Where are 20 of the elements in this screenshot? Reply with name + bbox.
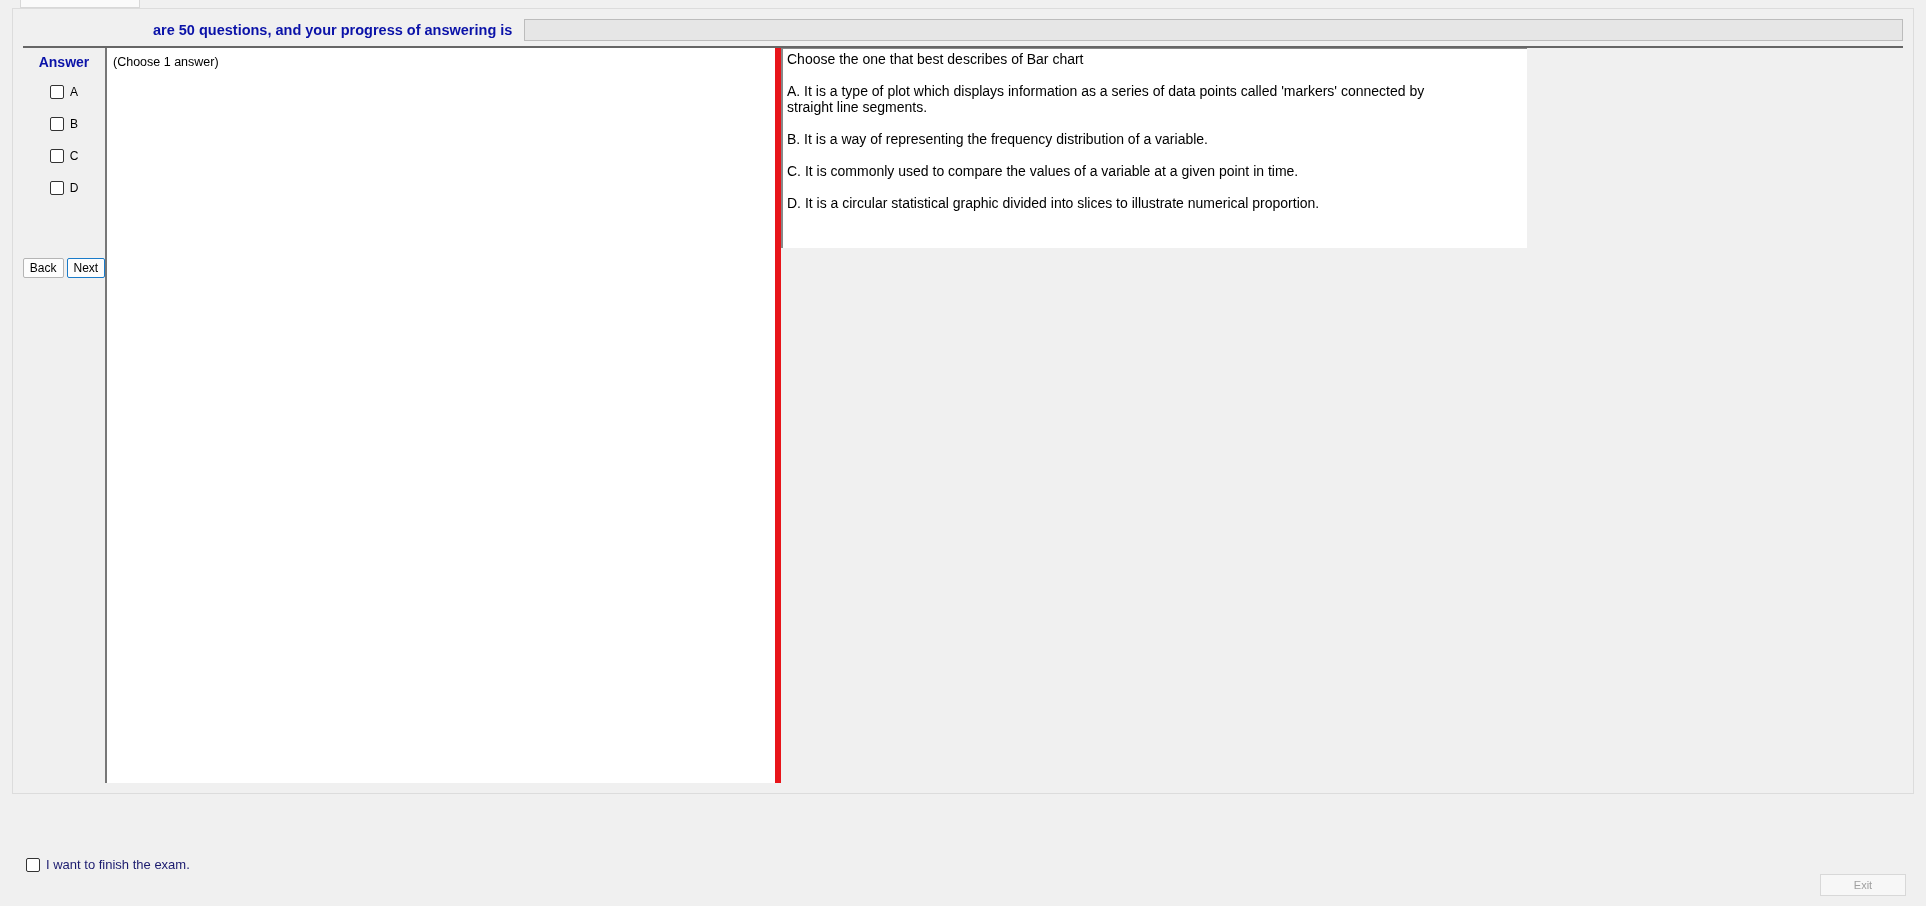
nav-button[interactable]: Next [66,258,106,278]
option-label: B [70,117,78,131]
checkbox[interactable] [49,181,64,195]
question-text: Choose the one that best describes of Bar chart [787,51,1085,67]
checkbox[interactable] [49,149,64,163]
checkbox[interactable] [26,857,40,872]
option-label: C [69,149,79,163]
nav-button[interactable]: Back [22,258,64,278]
choice-text: A. It is a type of plot which displays information as a series of data points called 'markers' connected by straight line segments. [787,83,1426,115]
choice-text: B. It is a way of representing the frequency distribution of a variable. [787,131,1209,147]
choice-text: D. It is a circular statistical graphic divided into slices to illustrate numerical proportion. [787,195,1321,211]
instruction-text: (Choose 1 answer) [113,55,219,69]
choice-text: C. It is commonly used to compare the values of a variable at a given point in time. [787,163,1300,179]
progress-label: are 50 questions, and your progress of answering is [153,22,513,38]
answer-heading: Answer [38,54,90,70]
option-label: A [70,85,78,99]
checkbox[interactable] [50,85,64,99]
option-label: D [69,181,79,195]
checkbox[interactable] [50,117,64,131]
finish-label: I want to finish the exam. [46,857,190,872]
